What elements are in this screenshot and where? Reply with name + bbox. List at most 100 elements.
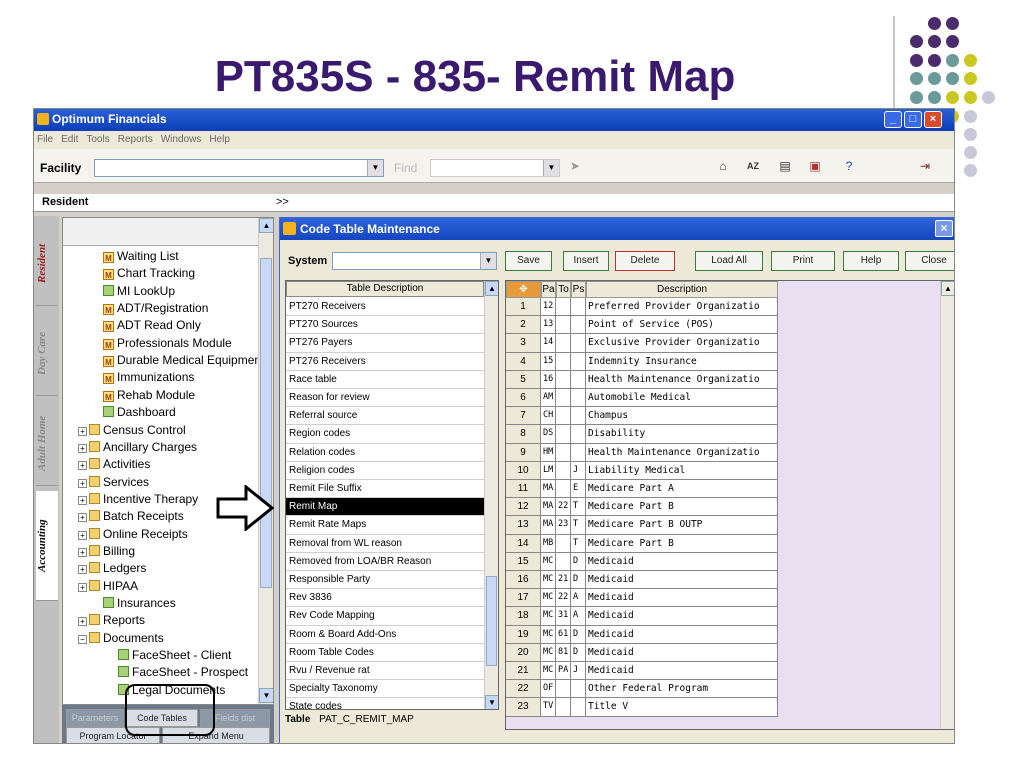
tree-item[interactable]: + Ledgers bbox=[78, 560, 146, 577]
grid-cell[interactable] bbox=[571, 316, 586, 335]
help-button[interactable]: Help bbox=[843, 251, 899, 271]
grid-cell[interactable]: MC bbox=[541, 643, 556, 662]
grid-row-number[interactable]: 18 bbox=[506, 607, 541, 626]
table-list-item[interactable]: Rev Code Mapping bbox=[286, 607, 484, 626]
grid-cell[interactable]: 15 bbox=[541, 352, 556, 371]
expand-icon[interactable]: + bbox=[78, 478, 87, 488]
grid-cell[interactable]: CH bbox=[541, 407, 556, 426]
tree-item[interactable]: M Durable Medical Equipment bbox=[103, 352, 264, 369]
table-list-item[interactable]: Race table bbox=[286, 371, 484, 389]
grid-cell[interactable]: 14 bbox=[541, 334, 556, 353]
grid-cell[interactable] bbox=[571, 389, 586, 408]
menu-item[interactable]: Edit bbox=[61, 134, 78, 145]
expand-icon[interactable]: + bbox=[78, 530, 87, 540]
list-scrollbar[interactable]: ▲ ▼ bbox=[484, 281, 498, 709]
system-select[interactable]: ▼ bbox=[332, 252, 497, 270]
grid-cell[interactable]: T bbox=[571, 534, 586, 553]
grid-cell[interactable]: Title V bbox=[586, 698, 778, 717]
menu-item[interactable]: Tools bbox=[86, 134, 109, 145]
grid-cell[interactable]: Indemnity Insurance bbox=[586, 352, 778, 371]
grid-cell[interactable]: HM bbox=[541, 443, 556, 462]
grid-row-number[interactable]: 9 bbox=[506, 443, 541, 462]
grid-cell[interactable]: 22 bbox=[556, 589, 571, 608]
grid-cell[interactable] bbox=[556, 480, 571, 499]
grid-cell[interactable]: MA bbox=[541, 480, 556, 499]
table-list-item[interactable]: Reason for review bbox=[286, 389, 484, 408]
grid-cell[interactable]: 16 bbox=[541, 370, 556, 389]
tree-item[interactable]: + Reports bbox=[78, 612, 145, 629]
sort-icon[interactable]: AZ bbox=[744, 157, 762, 175]
grid-row-number[interactable]: 21 bbox=[506, 662, 541, 681]
expand-icon[interactable]: + bbox=[78, 565, 87, 575]
tree-item[interactable]: M Waiting List bbox=[103, 248, 179, 265]
grid-cell[interactable]: Disability bbox=[586, 425, 778, 444]
grid-cell[interactable]: LM bbox=[541, 461, 556, 480]
tree-item[interactable]: M ADT/Registration bbox=[103, 300, 208, 317]
grid-cell[interactable]: MC bbox=[541, 589, 556, 608]
tree-item[interactable]: + Census Control bbox=[78, 422, 186, 439]
grid-row-number[interactable]: 20 bbox=[506, 643, 541, 662]
grid-cell[interactable]: TV bbox=[541, 698, 556, 717]
grid-cell[interactable]: T bbox=[571, 498, 586, 517]
tree-item[interactable]: FaceSheet - Prospect bbox=[118, 664, 248, 681]
expand-icon[interactable]: + bbox=[78, 426, 87, 436]
grid-cell[interactable]: 31 bbox=[556, 607, 571, 626]
grid-cell[interactable] bbox=[556, 407, 571, 426]
table-list-item[interactable]: PT270 Receivers bbox=[286, 298, 484, 317]
grid-cell[interactable]: A bbox=[571, 589, 586, 608]
grid-cell[interactable]: MC bbox=[541, 571, 556, 590]
grid-cell[interactable] bbox=[571, 680, 586, 699]
tree-item[interactable]: + Activities bbox=[78, 456, 150, 473]
grid-row-number[interactable]: 11 bbox=[506, 480, 541, 499]
scroll-up-icon[interactable]: ▲ bbox=[259, 218, 273, 233]
expand-icon[interactable]: + bbox=[78, 547, 87, 557]
insert-button[interactable]: Insert bbox=[563, 251, 609, 271]
grid-cell[interactable] bbox=[571, 407, 586, 426]
grid-cell[interactable]: Medicare Part B OUTP bbox=[586, 516, 778, 535]
tree-item[interactable]: + Ancillary Charges bbox=[78, 439, 197, 456]
grid-cell[interactable]: J bbox=[571, 461, 586, 480]
grid-cell[interactable] bbox=[571, 425, 586, 444]
table-list-item[interactable]: State codes bbox=[286, 698, 484, 709]
close-button[interactable]: Close bbox=[905, 251, 954, 271]
grid-cell[interactable]: Medicare Part A bbox=[586, 480, 778, 499]
grid-row-number[interactable]: 15 bbox=[506, 552, 541, 571]
grid-cell[interactable]: Preferred Provider Organizatio bbox=[586, 298, 778, 317]
grid-row-number[interactable]: 5 bbox=[506, 370, 541, 389]
menu-item[interactable]: Help bbox=[209, 134, 230, 145]
find-go-icon[interactable]: ➤ bbox=[566, 157, 584, 175]
grid-row-number[interactable]: 23 bbox=[506, 698, 541, 717]
table-list-item[interactable]: Responsible Party bbox=[286, 571, 484, 590]
collapse-icon[interactable]: − bbox=[78, 634, 87, 644]
grid-row-number[interactable]: 16 bbox=[506, 571, 541, 590]
grid-cell[interactable]: D bbox=[571, 552, 586, 571]
table-list-item[interactable]: Removed from LOA/BR Reason bbox=[286, 553, 484, 571]
grid-cell[interactable]: Point of Service (POS) bbox=[586, 316, 778, 335]
side-tab[interactable]: Adult Home bbox=[36, 401, 58, 486]
table-list-item[interactable]: Removal from WL reason bbox=[286, 535, 484, 553]
grid-cell[interactable]: Other Federal Program bbox=[586, 680, 778, 699]
grid-cell[interactable]: D bbox=[571, 643, 586, 662]
grid-row-number[interactable]: 12 bbox=[506, 498, 541, 517]
grid-cell[interactable]: A bbox=[571, 607, 586, 626]
grid-cell[interactable] bbox=[571, 370, 586, 389]
tree-item[interactable]: Dashboard bbox=[103, 404, 176, 421]
grid-cell[interactable]: J bbox=[571, 662, 586, 681]
tree-item[interactable]: + Billing bbox=[78, 543, 135, 560]
grid-cell[interactable]: Medicaid bbox=[586, 662, 778, 681]
print-button[interactable]: Print bbox=[771, 251, 835, 271]
grid-row-number[interactable]: 6 bbox=[506, 389, 541, 408]
grid-cell[interactable] bbox=[556, 352, 571, 371]
expand-icon[interactable]: + bbox=[78, 461, 87, 471]
tree-item[interactable]: + Incentive Therapy bbox=[78, 491, 198, 508]
grid-corner-icon[interactable]: ✥ bbox=[506, 281, 541, 298]
grid-cell[interactable] bbox=[556, 425, 571, 444]
grid-cell[interactable]: MA bbox=[541, 498, 556, 517]
delete-button[interactable]: Delete bbox=[615, 251, 675, 271]
grid-cell[interactable]: 23 bbox=[556, 516, 571, 535]
tree-item[interactable]: + Online Receipts bbox=[78, 526, 188, 543]
grid-cell[interactable]: MC bbox=[541, 552, 556, 571]
table-list-item[interactable]: Room & Board Add-Ons bbox=[286, 626, 484, 644]
grid-cell[interactable] bbox=[556, 680, 571, 699]
save-button[interactable]: Save bbox=[505, 251, 552, 271]
